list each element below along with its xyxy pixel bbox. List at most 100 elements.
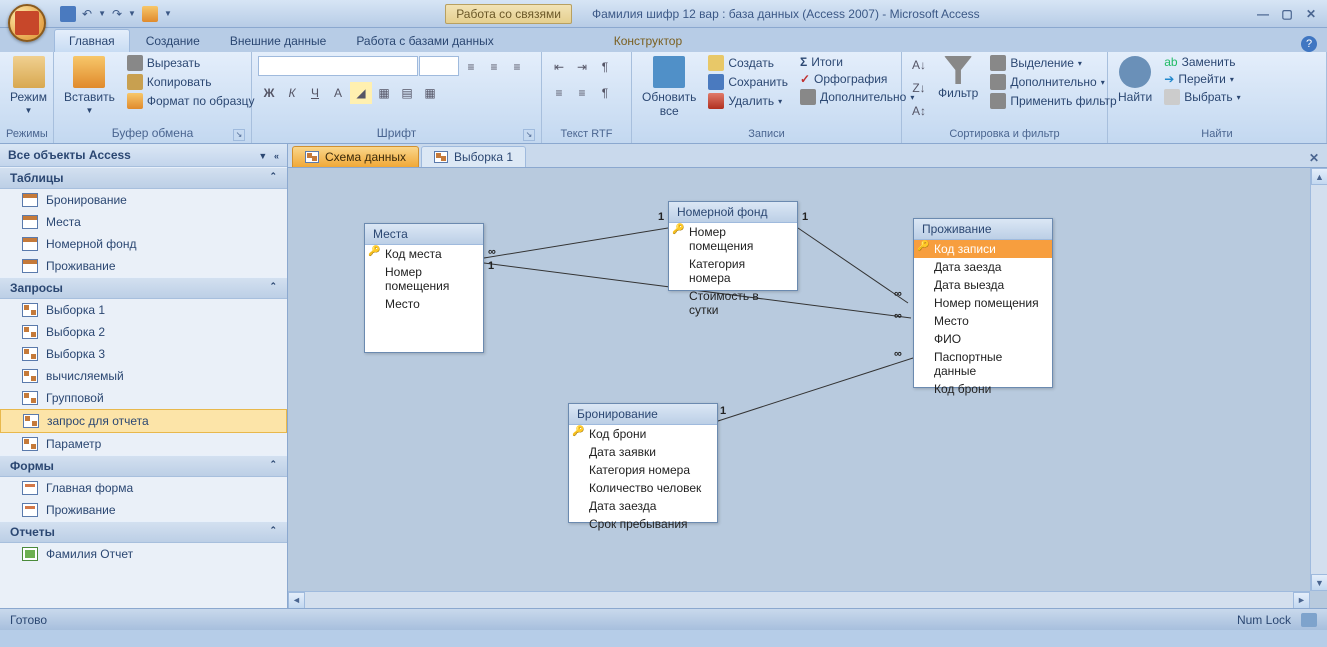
nav-category-tables[interactable]: Таблицы⌃	[0, 167, 287, 189]
er-field[interactable]: Количество человек	[569, 479, 717, 497]
view-button[interactable]: Режим▼	[6, 54, 51, 117]
nav-category-forms[interactable]: Формы⌃	[0, 455, 287, 477]
align-left-button[interactable]: ≡	[460, 56, 482, 78]
nav-pane-header[interactable]: Все объекты Access ▼ «	[0, 144, 287, 167]
save-record-button[interactable]: Сохранить	[704, 73, 792, 91]
nav-item[interactable]: Проживание	[0, 255, 287, 277]
advanced-filter-button[interactable]: Дополнительно ▾	[986, 73, 1120, 91]
minimize-button[interactable]: —	[1253, 6, 1273, 22]
view-shortcut-icon[interactable]	[1301, 613, 1317, 627]
ribbon-tab-home[interactable]: Главная	[54, 29, 130, 52]
toggle-filter-button[interactable]: Применить фильтр	[986, 92, 1120, 110]
ribbon-tab-external[interactable]: Внешние данные	[216, 30, 341, 52]
nav-dropdown-icon[interactable]: ▼	[258, 151, 267, 161]
er-field[interactable]: Код брони	[569, 425, 717, 443]
er-table-header[interactable]: Номерной фонд	[669, 202, 797, 223]
spelling-button[interactable]: ✓Орфография	[796, 71, 918, 87]
ltr-button[interactable]: ¶	[594, 56, 616, 78]
nav-item[interactable]: Бронирование	[0, 189, 287, 211]
undo-button[interactable]: ↶	[82, 7, 92, 21]
align-center-button[interactable]: ≡	[483, 56, 505, 78]
er-field[interactable]: Дата выезда	[914, 276, 1052, 294]
filter-button[interactable]: Фильтр	[934, 54, 982, 102]
ribbon-tab-design[interactable]: Конструктор	[600, 30, 696, 52]
er-table-header[interactable]: Проживание	[914, 219, 1052, 240]
sort-desc-button[interactable]: Z↓	[908, 77, 930, 99]
er-field[interactable]: Номер помещения	[914, 294, 1052, 312]
numbering-button[interactable]: ≡	[548, 82, 570, 104]
more-records-button[interactable]: Дополнительно ▾	[796, 88, 918, 106]
replace-button[interactable]: abЗаменить	[1160, 54, 1244, 70]
bullets-button[interactable]: ≡	[571, 82, 593, 104]
document-close-button[interactable]: ✕	[1301, 149, 1327, 167]
er-field[interactable]: Дата заезда	[914, 258, 1052, 276]
close-button[interactable]: ✕	[1301, 6, 1321, 22]
horizontal-scrollbar[interactable]: ◄►	[288, 591, 1310, 608]
font-launcher-icon[interactable]: ↘	[523, 129, 535, 141]
vertical-scrollbar[interactable]: ▲▼	[1310, 168, 1327, 591]
ribbon-tab-create[interactable]: Создание	[132, 30, 214, 52]
nav-category-reports[interactable]: Отчеты⌃	[0, 521, 287, 543]
sort-asc-button[interactable]: A↓	[908, 54, 930, 76]
er-field[interactable]: Дата заезда	[569, 497, 717, 515]
format-painter-button[interactable]: Формат по образцу	[123, 92, 259, 110]
er-field[interactable]: Номер помещения	[669, 223, 797, 255]
er-field[interactable]: Код брони	[914, 380, 1052, 398]
nav-item[interactable]: Места	[0, 211, 287, 233]
nav-item[interactable]: вычисляемый	[0, 365, 287, 387]
maximize-button[interactable]: ▢	[1277, 6, 1297, 22]
undo-dropdown-icon[interactable]: ▼	[98, 9, 106, 18]
selection-filter-button[interactable]: Выделение ▾	[986, 54, 1120, 72]
refresh-all-button[interactable]: Обновить все	[638, 54, 700, 120]
align-right-button[interactable]: ≡	[506, 56, 528, 78]
scroll-right-icon[interactable]: ►	[1293, 592, 1310, 609]
scroll-up-icon[interactable]: ▲	[1311, 168, 1327, 185]
scroll-down-icon[interactable]: ▼	[1311, 574, 1327, 591]
er-table-nomerfond[interactable]: Номерной фондНомер помещенияКатегория но…	[668, 201, 798, 291]
new-record-button[interactable]: Создать	[704, 54, 792, 72]
save-icon[interactable]	[60, 6, 76, 22]
nav-collapse-icon[interactable]: «	[274, 151, 279, 161]
nav-item[interactable]: Фамилия Отчет	[0, 543, 287, 565]
er-table-header[interactable]: Места	[365, 224, 483, 245]
nav-item[interactable]: запрос для отчета	[0, 409, 287, 433]
nav-item[interactable]: Выборка 3	[0, 343, 287, 365]
er-table-prozhivanie[interactable]: ПроживаниеКод записиДата заездаДата выез…	[913, 218, 1053, 388]
er-table-mesta[interactable]: МестаКод местаНомер помещенияМесто	[364, 223, 484, 353]
paste-button[interactable]: Вставить▼	[60, 54, 119, 117]
er-field[interactable]: Код места	[365, 245, 483, 263]
bold-button[interactable]: Ж	[258, 82, 280, 104]
er-field[interactable]: Категория номера	[669, 255, 797, 287]
delete-record-button[interactable]: Удалить ▾	[704, 92, 792, 110]
er-field[interactable]: Паспортные данные	[914, 348, 1052, 380]
copy-button[interactable]: Копировать	[123, 73, 259, 91]
help-icon[interactable]: ?	[1301, 36, 1317, 52]
clipboard-launcher-icon[interactable]: ↘	[233, 129, 245, 141]
italic-button[interactable]: К	[281, 82, 303, 104]
goto-button[interactable]: ➔Перейти ▾	[1160, 71, 1244, 87]
alt-row-button[interactable]: ▤	[396, 82, 418, 104]
er-field[interactable]: Место	[914, 312, 1052, 330]
underline-button[interactable]: Ч	[304, 82, 326, 104]
rtl-button[interactable]: ¶	[594, 82, 616, 104]
ribbon-tab-dbtools[interactable]: Работа с базами данных	[342, 30, 507, 52]
redo-button[interactable]: ↷	[112, 7, 122, 21]
clear-sort-button[interactable]: A↕	[908, 100, 930, 122]
scroll-left-icon[interactable]: ◄	[288, 592, 305, 609]
font-size-combo[interactable]	[419, 56, 459, 76]
nav-category-queries[interactable]: Запросы⌃	[0, 277, 287, 299]
totals-button[interactable]: ΣИтоги	[796, 54, 918, 70]
fill-color-button[interactable]: ◢	[350, 82, 372, 104]
nav-item[interactable]: Параметр	[0, 433, 287, 455]
nav-item[interactable]: Главная форма	[0, 477, 287, 499]
er-field[interactable]: Срок пребывания	[569, 515, 717, 533]
nav-item[interactable]: Выборка 1	[0, 299, 287, 321]
qat-customize-icon[interactable]: ▼	[164, 9, 172, 18]
nav-item[interactable]: Проживание	[0, 499, 287, 521]
er-field[interactable]: Стоимость в сутки	[669, 287, 797, 319]
er-table-bronirovanie[interactable]: БронированиеКод брониДата заявкиКатегори…	[568, 403, 718, 523]
font-name-combo[interactable]	[258, 56, 418, 76]
open-icon[interactable]	[142, 6, 158, 22]
nav-item[interactable]: Групповой	[0, 387, 287, 409]
document-tab[interactable]: Схема данных	[292, 146, 419, 167]
